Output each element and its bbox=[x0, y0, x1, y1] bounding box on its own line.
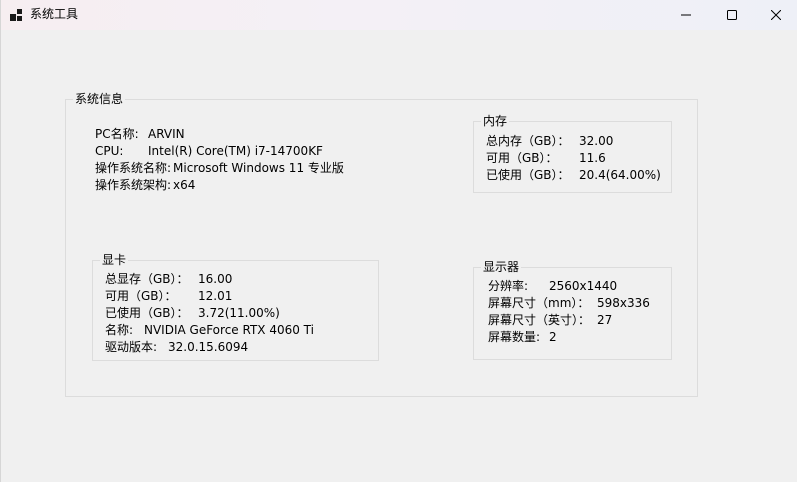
gpu-driver-value: 32.0.15.6094 bbox=[168, 340, 249, 354]
maximize-icon bbox=[727, 10, 737, 20]
memory-total-value: 32.00 bbox=[579, 134, 614, 148]
gpu-used-value: 3.72(11.00%) bbox=[198, 306, 280, 320]
gpu-used-label: 已使用（GB）： bbox=[105, 306, 189, 320]
gpu-title: 显卡 bbox=[100, 253, 129, 268]
display-group: 显示器 分辨率: 2560x1440 屏幕尺寸（mm）： 598x336 屏幕尺… bbox=[473, 260, 672, 360]
pc-name-value: ARVIN bbox=[148, 127, 185, 141]
cpu-label: CPU: bbox=[95, 144, 124, 158]
gpu-total-label: 总显存（GB）： bbox=[105, 272, 189, 286]
memory-group: 内存 总内存（GB）： 32.00 可用（GB）： 11.6 已使用（GB）： … bbox=[473, 114, 672, 193]
gpu-available-label: 可用（GB）： bbox=[105, 289, 177, 303]
memory-used-value: 20.4(64.00%) bbox=[579, 168, 661, 182]
gpu-name-label: 名称: bbox=[105, 323, 134, 337]
os-name-value: Microsoft Windows 11 专业版 bbox=[173, 161, 344, 175]
display-count-value: 2 bbox=[549, 330, 557, 344]
gpu-available-value: 12.01 bbox=[198, 289, 233, 303]
gpu-group: 显卡 总显存（GB）： 16.00 可用（GB）： 12.01 已使用（GB）：… bbox=[92, 253, 379, 361]
app-window: 系统工具 系统信息 PC名称: ARVIN CPU: Intel(R) Core… bbox=[0, 0, 797, 482]
cpu-value: Intel(R) Core(TM) i7-14700KF bbox=[148, 144, 323, 158]
window-title: 系统工具 bbox=[30, 7, 79, 21]
display-size-mm-value: 598x336 bbox=[597, 296, 650, 310]
memory-title: 内存 bbox=[481, 114, 510, 129]
display-resolution-value: 2560x1440 bbox=[549, 279, 618, 293]
memory-total-label: 总内存（GB）： bbox=[486, 134, 570, 148]
gpu-driver-label: 驱动版本: bbox=[105, 340, 158, 354]
memory-used-label: 已使用（GB）： bbox=[486, 168, 570, 182]
display-size-inch-value: 27 bbox=[597, 313, 613, 327]
memory-available-label: 可用（GB）： bbox=[486, 151, 558, 165]
display-size-inch-label: 屏幕尺寸（英寸）： bbox=[488, 313, 591, 327]
close-button[interactable] bbox=[753, 0, 797, 30]
close-icon bbox=[771, 10, 781, 20]
os-arch-label: 操作系统架构: bbox=[95, 178, 172, 192]
system-info-title: 系统信息 bbox=[73, 92, 126, 107]
gpu-name-value: NVIDIA GeForce RTX 4060 Ti bbox=[144, 323, 314, 337]
title-bar[interactable]: 系统工具 bbox=[1, 0, 797, 30]
os-name-label: 操作系统名称: bbox=[95, 161, 172, 175]
display-count-label: 屏幕数量: bbox=[488, 330, 541, 344]
os-arch-value: x64 bbox=[173, 178, 196, 192]
maximize-button[interactable] bbox=[709, 0, 755, 30]
display-resolution-label: 分辨率: bbox=[488, 279, 529, 293]
pc-name-label: PC名称: bbox=[95, 127, 139, 141]
minimize-button[interactable] bbox=[663, 0, 709, 30]
display-size-mm-label: 屏幕尺寸（mm）： bbox=[488, 296, 590, 310]
gpu-total-value: 16.00 bbox=[198, 272, 233, 286]
memory-available-value: 11.6 bbox=[579, 151, 606, 165]
app-icon bbox=[10, 9, 22, 21]
display-title: 显示器 bbox=[481, 260, 522, 275]
minimize-icon bbox=[681, 14, 691, 16]
